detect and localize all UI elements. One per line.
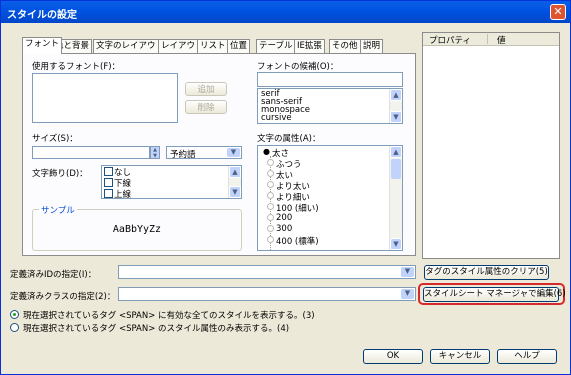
scroll-up-icon[interactable]: ▲ [390,89,402,101]
list-item[interactable]: 400 (標準) [267,235,319,247]
attr-label: 文字の属性(A)： [257,134,321,144]
attr-scrollbar[interactable]: ▲ ▼ [389,146,402,250]
tab-list[interactable]: リスト [197,39,229,53]
show-style-attr-label[interactable]: 現在選択されているタグ <SPAN> のスタイル属性のみ表示する。(4) [23,322,289,334]
decoration-overline-label: 上線 [114,190,132,199]
size-spinner[interactable]: ▲ ▼ [150,146,160,159]
radio-icon [267,192,274,199]
scroll-up-icon[interactable]: ▲ [229,166,241,178]
size-preset-select[interactable]: 予約語 ▼ [166,146,242,160]
decoration-list[interactable]: なし 下線 上線 ▲ ▼ [101,165,242,199]
decoration-none-checkbox[interactable] [104,167,113,176]
stylesheet-manager-button[interactable]: スタイルシート マネージャで編集(6) [423,287,566,302]
style-settings-dialog: スタイルの設定 ✕ フォント 色と背景 文字のレイアウト レイアウト リスト 位… [0,0,571,375]
radio-icon [267,225,274,232]
attr-tree[interactable]: ● 太さ ふつう 太い より太い より細い 100 (細い) 200 300 4… [257,145,403,251]
radio-icon [267,170,274,177]
property-grid-header: プロパティ 値 [423,33,559,46]
tab-position[interactable]: 位置 [227,39,251,53]
defined-id-combobox[interactable]: ▼ [118,265,416,279]
radio-icon [267,203,274,210]
close-icon[interactable]: ✕ [550,4,566,20]
attr-item-label: 400 (標準) [276,237,319,247]
attr-item-label: 200 [276,213,293,223]
chevron-down-icon[interactable]: ▼ [401,267,414,277]
sample-text: AaBbYyZz [112,224,162,235]
add-font-button[interactable]: 追加 [185,82,227,96]
defined-class-combobox[interactable]: ▼ [118,287,416,301]
font-candidate-input[interactable] [257,72,403,87]
tab-table[interactable]: テーブル [256,39,296,53]
radio-icon [267,214,274,221]
decoration-underline-checkbox[interactable] [104,178,113,187]
property-grid[interactable]: プロパティ 値 [422,32,560,259]
show-all-styles-radio[interactable] [10,310,19,319]
decoration-label: 文字飾り(D)： [32,169,88,179]
sample-group: サンプル AaBbYyZz [32,204,242,251]
size-label: サイズ(S)： [32,134,78,144]
radio-icon [267,159,274,166]
bullet-icon: ● [263,147,270,156]
show-all-styles-label[interactable]: 現在選択されているタグ <SPAN> に有効な全てのスタイルを表示する。(3) [23,309,315,321]
font-candidates-label: フォントの候補(O)： [257,62,339,72]
chevron-down-icon[interactable]: ▼ [401,289,414,299]
radio-icon [267,181,274,188]
size-preset-value: 予約語 [170,150,196,160]
sample-label: サンプル [39,204,77,216]
used-fonts-label: 使用するフォント(F)： [32,62,121,72]
defined-id-label: 定義済みIDの指定(I)： [10,270,97,280]
tab-other[interactable]: その他 [329,39,361,53]
scroll-up-icon[interactable]: ▲ [390,146,402,158]
value-column-header: 値 [497,36,506,46]
candidates-scrollbar[interactable]: ▲ ▼ [389,89,402,123]
window-title: スタイルの設定 [7,10,77,21]
cancel-button[interactable]: キャンセル [430,349,490,364]
size-input[interactable] [32,146,150,159]
help-button[interactable]: ヘルプ [497,349,557,364]
tab-font[interactable]: フォント [22,37,63,54]
property-column-header: プロパティ [429,36,471,46]
scroll-down-icon[interactable]: ▼ [229,186,241,198]
remove-font-button[interactable]: 削除 [185,100,227,114]
font-candidates-list[interactable]: serif sans-serif monospace cursive ▲ ▼ [257,88,403,124]
tab-ie-extension[interactable]: IE拡張 [294,39,325,53]
decoration-overline-checkbox[interactable] [104,189,113,198]
tab-description[interactable]: 説明 [360,39,384,53]
scroll-thumb[interactable] [391,159,401,179]
column-divider [487,34,488,44]
scroll-down-icon[interactable]: ▼ [390,111,402,123]
defined-class-label: 定義済みクラスの指定(2)： [10,292,116,302]
ok-button[interactable]: OK [363,349,423,364]
list-item[interactable]: 200 [267,213,293,223]
clear-style-attributes-button[interactable]: タグのスタイル属性のクリア(5) [424,265,549,280]
chevron-down-icon[interactable]: ▼ [227,148,240,157]
scroll-down-icon[interactable]: ▼ [390,238,402,250]
decoration-scrollbar[interactable]: ▲ ▼ [228,166,241,198]
used-fonts-list[interactable] [32,73,178,123]
attr-item-label: 300 [276,224,293,234]
show-style-attr-radio[interactable] [10,323,19,332]
font-tab-panel: 使用するフォント(F)： 追加 削除 フォントの候補(O)： serif san… [22,53,416,256]
tab-text-layout[interactable]: 文字のレイアウト [93,39,168,53]
radio-icon [267,236,274,243]
list-item[interactable]: cursive [261,113,292,123]
title-bar: スタイルの設定 ✕ [1,1,570,23]
list-item[interactable]: 300 [267,224,293,234]
